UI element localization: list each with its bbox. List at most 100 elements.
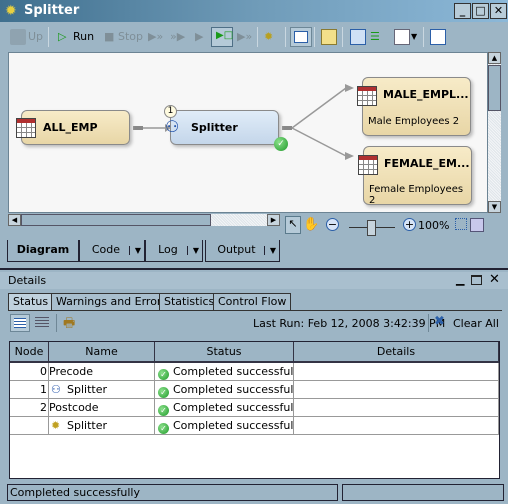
- chevron-down-icon[interactable]: ▼: [263, 246, 277, 255]
- column-header-status[interactable]: Status: [155, 342, 294, 363]
- column-header-name[interactable]: Name: [49, 342, 155, 363]
- scroll-left-button[interactable]: ◀: [8, 214, 21, 226]
- node-all-emp[interactable]: ALL_EMP: [16, 110, 130, 145]
- splitter-icon: ⚇: [51, 383, 61, 396]
- name-text: Splitter: [67, 419, 107, 432]
- run-button[interactable]: Run: [73, 27, 94, 47]
- scroll-right-button[interactable]: ▶: [267, 214, 280, 226]
- title-bar: ✹ Splitter _ □ ✕: [0, 0, 508, 22]
- play-icon: ▷: [58, 30, 67, 43]
- cell-node: [10, 417, 49, 435]
- gear-icon: ✹: [51, 419, 61, 432]
- node-splitter[interactable]: ⚇ Splitter ✓: [165, 110, 288, 151]
- printer-icon[interactable]: 🖶: [63, 314, 75, 336]
- fit-layout-icon[interactable]: [455, 218, 467, 230]
- cell-status: ✓ Completed successfully: [155, 417, 294, 435]
- note-icon[interactable]: [321, 29, 337, 45]
- column-header-node[interactable]: Node: [10, 342, 49, 363]
- tab-log[interactable]: Log ▼: [145, 240, 203, 262]
- divider: [0, 268, 508, 270]
- zoom-in-icon[interactable]: +: [403, 218, 416, 231]
- table-icon: [357, 86, 377, 106]
- details-toggle-button[interactable]: [290, 27, 312, 47]
- scroll-thumb[interactable]: [21, 214, 211, 226]
- list-icon[interactable]: [430, 29, 446, 45]
- close-button[interactable]: ✕: [490, 3, 507, 19]
- cell-name: ⚇ Splitter: [49, 381, 155, 399]
- clear-all-button[interactable]: Clear All: [453, 317, 499, 330]
- cell-node: 1: [10, 381, 49, 399]
- up-button[interactable]: Up: [28, 27, 43, 47]
- chevron-down-icon[interactable]: ▼: [128, 246, 142, 255]
- tab-label: Code: [91, 243, 120, 256]
- step-icon[interactable]: ▶: [195, 27, 203, 47]
- chevron-down-icon[interactable]: ▼: [186, 246, 200, 255]
- up-icon: [10, 29, 26, 45]
- node-label: FEMALE_EM...: [384, 157, 470, 170]
- tab-code[interactable]: Code ▼: [79, 240, 145, 262]
- zoom-slider-thumb[interactable]: [367, 220, 376, 236]
- gear-icon: ✹: [5, 3, 17, 19]
- document-options-icon[interactable]: [394, 29, 410, 45]
- success-check-icon: ✓: [274, 137, 288, 151]
- tab-label: Log: [158, 243, 178, 256]
- flow-icon[interactable]: ☰: [370, 27, 380, 47]
- tab-statistics[interactable]: Statistics: [159, 293, 220, 311]
- status-table: Node Name Status Details 0 Precode ✓ Comple…: [9, 341, 500, 479]
- cell-details: [294, 363, 499, 381]
- scroll-up-button[interactable]: ▲: [488, 52, 501, 64]
- clear-all-icon[interactable]: ✖: [434, 314, 445, 329]
- separator: [423, 27, 424, 47]
- table-view-icon[interactable]: [10, 314, 30, 332]
- select-pointer-icon[interactable]: ↖: [285, 216, 301, 234]
- stop-button[interactable]: Stop: [118, 27, 143, 47]
- separator: [285, 27, 286, 47]
- chevron-down-icon[interactable]: ▼: [411, 27, 417, 47]
- name-text: Postcode: [49, 401, 99, 414]
- hand-pan-icon[interactable]: ✋: [303, 217, 319, 232]
- breakpoint-run-button[interactable]: ▶□: [211, 27, 233, 47]
- minimize-button[interactable]: _: [454, 3, 471, 19]
- cell-details: [294, 399, 499, 417]
- status-message: Completed successfully: [7, 484, 338, 501]
- separator: [342, 27, 343, 47]
- run-to-icon[interactable]: »▶: [170, 27, 185, 47]
- cell-status: ✓ Completed successfully: [155, 363, 294, 381]
- horizontal-scrollbar[interactable]: ◀ ▶: [8, 214, 280, 226]
- diagram-canvas[interactable]: ALL_EMP ⚇ Splitter ✓ 1 MALE_EMPL... Male…: [8, 52, 488, 213]
- overview-icon[interactable]: [470, 218, 484, 232]
- scroll-thumb[interactable]: [488, 65, 501, 111]
- cell-name: ✹ Splitter: [49, 417, 155, 435]
- cell-details: [294, 381, 499, 399]
- maximize-icon[interactable]: [471, 275, 482, 285]
- stop-icon: ■: [104, 30, 115, 43]
- continue-icon[interactable]: ▶»: [237, 27, 252, 47]
- node-male-employees[interactable]: MALE_EMPL... Male Employees 2: [357, 77, 471, 136]
- tab-control-flow[interactable]: Control Flow: [213, 293, 292, 311]
- close-icon[interactable]: ✕: [489, 272, 500, 287]
- tab-diagram[interactable]: Diagram: [7, 240, 79, 262]
- vertical-scrollbar[interactable]: ▲ ▼: [488, 52, 501, 213]
- node-female-employees[interactable]: FEMALE_EM... Female Employees 2: [358, 146, 472, 206]
- separator: [257, 27, 258, 47]
- scroll-down-button[interactable]: ▼: [488, 201, 501, 213]
- list-view-icon[interactable]: [35, 317, 49, 329]
- details-header: Details ▁ ✕: [0, 272, 508, 289]
- column-header-details[interactable]: Details: [294, 342, 499, 363]
- properties-gear-icon[interactable]: ✹: [264, 27, 273, 47]
- separator: [48, 27, 49, 47]
- columns-icon[interactable]: [350, 29, 366, 45]
- status-text: Completed successfully: [173, 401, 294, 414]
- maximize-button[interactable]: □: [472, 3, 489, 19]
- zoom-out-icon[interactable]: −: [326, 218, 339, 231]
- toolbar: Up ▷ Run ■ Stop ▶» »▶ ▶ ▶□ ▶» ✹ ☰ ▼: [0, 24, 508, 50]
- run-from-icon[interactable]: ▶»: [148, 27, 163, 47]
- table-icon: [358, 155, 378, 175]
- tab-output[interactable]: Output ▼: [205, 240, 280, 262]
- cell-name: Postcode: [49, 399, 155, 417]
- tab-status[interactable]: Status: [8, 293, 54, 311]
- success-check-icon: ✓: [158, 369, 169, 380]
- tab-warnings-and-errors[interactable]: Warnings and Errors: [51, 293, 173, 311]
- minimize-icon[interactable]: ▁: [456, 273, 464, 286]
- cell-name: Precode: [49, 363, 155, 381]
